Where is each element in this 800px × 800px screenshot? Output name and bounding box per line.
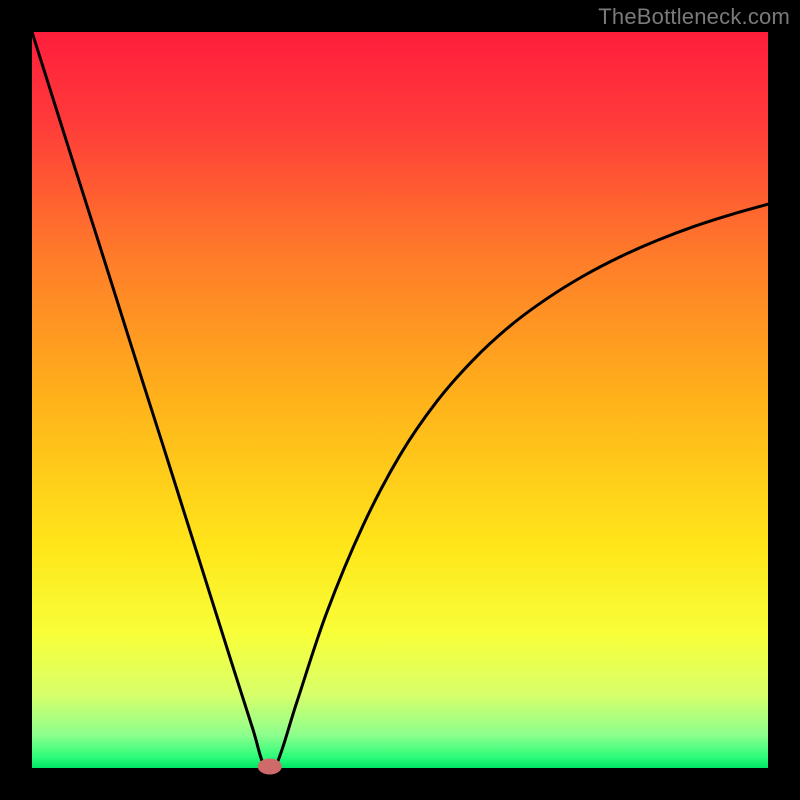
plot-background	[32, 32, 768, 768]
watermark-text: TheBottleneck.com	[598, 4, 790, 30]
chart-svg	[0, 0, 800, 800]
optimum-point	[258, 759, 282, 775]
marker-layer	[258, 759, 282, 775]
